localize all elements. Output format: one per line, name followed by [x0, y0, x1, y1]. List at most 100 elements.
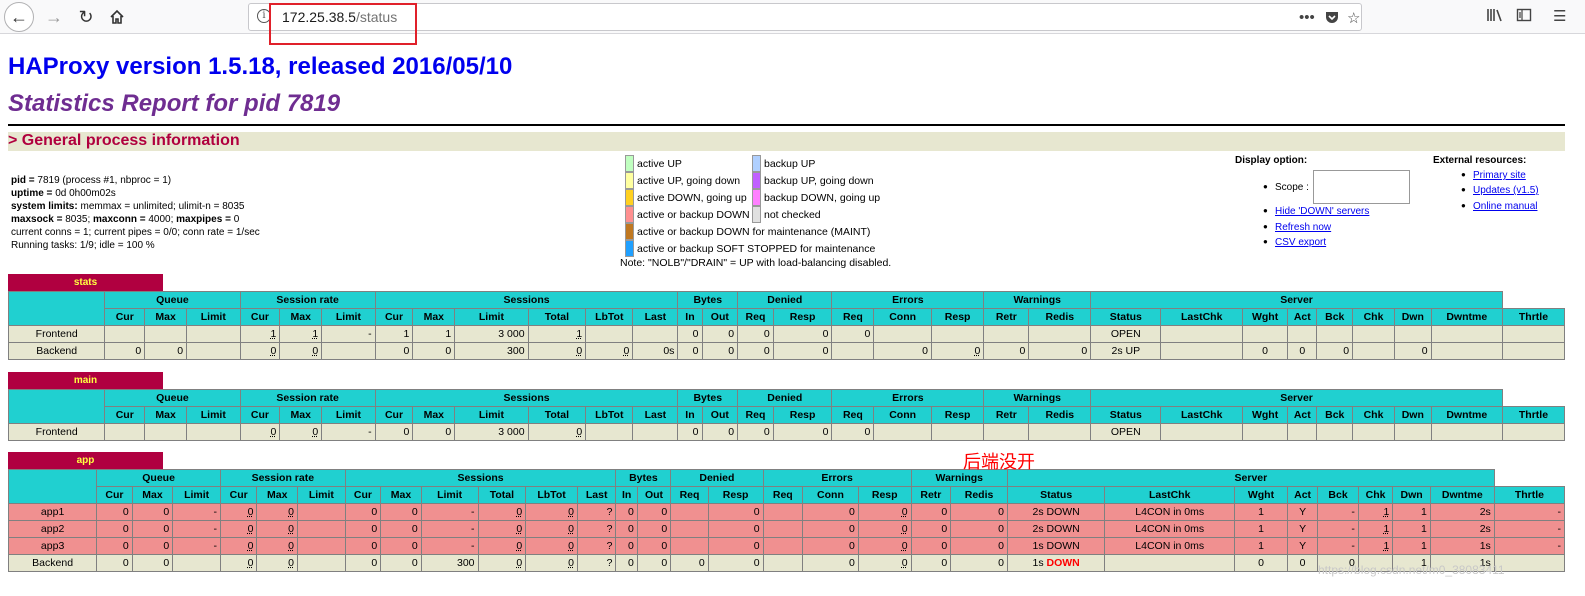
- app-table: Queue Session rate Sessions Bytes Denied Erro…: [7, 469, 1566, 572]
- table-cell: 0: [104, 342, 146, 360]
- column-header: Act: [1286, 486, 1319, 504]
- table-cell: [297, 520, 346, 538]
- more-actions-icon[interactable]: •••: [1299, 9, 1315, 26]
- column-header: Last: [632, 406, 679, 424]
- table-cell: ?: [576, 554, 617, 572]
- table-cell: 0: [1234, 554, 1288, 572]
- group-header: [7, 291, 106, 326]
- updates-link[interactable]: Updates (v1.5): [1473, 185, 1539, 196]
- table-cell: 1: [1392, 537, 1431, 555]
- column-header: Act: [1287, 308, 1318, 326]
- table-cell: 0: [737, 325, 774, 343]
- refresh-link[interactable]: Refresh now: [1275, 222, 1331, 233]
- table-cell: 0: [374, 342, 414, 360]
- column-header: Chk: [1352, 406, 1395, 424]
- column-header: Limit: [186, 406, 241, 424]
- table-cell: 0: [910, 554, 952, 572]
- table-cell: -: [172, 520, 221, 538]
- stats-table: Queue Session rate Sessions Bytes Denied Erro…: [7, 291, 1566, 360]
- forward-arrow-icon[interactable]: →: [40, 4, 68, 30]
- table-cell: ?: [576, 537, 617, 555]
- column-header: Cur: [344, 486, 382, 504]
- table-cell: [1287, 325, 1318, 343]
- row-name[interactable]: Backend: [7, 342, 106, 360]
- library-icon[interactable]: [1486, 7, 1504, 27]
- legend-label: not checked: [764, 209, 821, 221]
- column-header: Max: [412, 406, 456, 424]
- row-name[interactable]: Frontend: [7, 423, 106, 441]
- main-table: Queue Session rate Sessions Bytes Denied Erro…: [7, 389, 1566, 441]
- table-cell: 0: [96, 503, 133, 521]
- group-header: Server: [1006, 469, 1495, 487]
- back-arrow-icon[interactable]: ←: [4, 2, 34, 32]
- info-icon[interactable]: i: [257, 9, 271, 23]
- table-cell: [186, 325, 241, 343]
- table-cell: 3 000: [454, 423, 529, 441]
- table-cell: [1242, 423, 1289, 441]
- menu-icon[interactable]: ☰: [1553, 7, 1566, 25]
- table-cell: [1393, 423, 1432, 441]
- column-header: Wght: [1242, 406, 1289, 424]
- annotation-text: 后端没开: [963, 452, 1035, 473]
- manual-link[interactable]: Online manual: [1473, 201, 1537, 212]
- primary-site-link[interactable]: Primary site: [1473, 170, 1526, 181]
- sidebar-icon[interactable]: [1516, 7, 1532, 27]
- column-header: Cur: [219, 486, 258, 504]
- column-header: Max: [144, 308, 188, 326]
- table-cell: 1: [412, 325, 456, 343]
- section-header: > General process information: [8, 132, 1565, 151]
- column-header: Cur: [239, 406, 281, 424]
- table-cell: [186, 342, 241, 360]
- bookmark-star-icon[interactable]: ☆: [1347, 9, 1360, 27]
- table-row: Frontend 1 1-1 1 3 000 1 0 0 0 0 0 OPEN: [7, 325, 1566, 343]
- legend-label: active or backup DOWN for maintenance (M…: [637, 226, 871, 238]
- column-header: Conn: [873, 406, 932, 424]
- url-text[interactable]: 172.25.38.5/status: [282, 9, 397, 25]
- column-header: Dwntme: [1430, 406, 1503, 424]
- column-header: LbTot: [585, 308, 634, 326]
- group-header: Warnings: [983, 291, 1092, 309]
- group-header: [7, 389, 106, 424]
- table-cell: 0: [950, 554, 1008, 572]
- proxy-name-stats[interactable]: stats: [8, 274, 163, 291]
- table-cell: 0: [857, 537, 912, 555]
- table-cell: 2s DOWN: [1006, 520, 1106, 538]
- proxy-name-main[interactable]: main: [8, 372, 163, 389]
- column-header: Wght: [1242, 308, 1289, 326]
- row-name[interactable]: app1: [7, 503, 98, 521]
- table-cell: 0: [701, 423, 739, 441]
- row-name[interactable]: Frontend: [7, 325, 106, 343]
- legend-label: active or backup SOFT STOPPED for mainte…: [637, 243, 876, 255]
- table-cell: 1: [1234, 503, 1288, 521]
- table-cell: 1: [239, 325, 281, 343]
- proxy-name-app[interactable]: app: [8, 452, 163, 469]
- pocket-icon[interactable]: [1324, 9, 1340, 29]
- column-header: Retr: [983, 308, 1030, 326]
- external-resources: External resources:: [1433, 155, 1527, 166]
- table-cell: 0: [701, 342, 739, 360]
- group-header: Errors: [831, 389, 985, 407]
- row-name[interactable]: Backend: [7, 554, 98, 572]
- table-cell: 0: [219, 503, 258, 521]
- table-cell: 0: [701, 325, 739, 343]
- column-header: Limit: [454, 308, 529, 326]
- scope-input[interactable]: [1313, 170, 1410, 204]
- hide-down-link[interactable]: Hide 'DOWN' servers: [1275, 206, 1369, 217]
- home-icon[interactable]: [103, 4, 131, 30]
- group-header: Denied: [670, 469, 764, 487]
- row-name[interactable]: app2: [7, 520, 98, 538]
- table-cell: 0: [279, 423, 323, 441]
- group-header: Server: [1090, 291, 1503, 309]
- reload-icon[interactable]: ↻: [72, 4, 100, 30]
- address-bar[interactable]: i 172.25.38.5/status ••• ☆: [248, 3, 1362, 31]
- csv-link[interactable]: CSV export: [1275, 237, 1326, 248]
- legend-swatch: [625, 240, 634, 257]
- table-cell: [1242, 325, 1289, 343]
- table-cell: 0: [857, 554, 912, 572]
- table-cell: [930, 423, 985, 441]
- table-cell: 0: [527, 342, 587, 360]
- table-cell: [632, 325, 679, 343]
- row-name[interactable]: app3: [7, 537, 98, 555]
- legend-swatch: [625, 223, 634, 240]
- group-header: Queue: [104, 291, 241, 309]
